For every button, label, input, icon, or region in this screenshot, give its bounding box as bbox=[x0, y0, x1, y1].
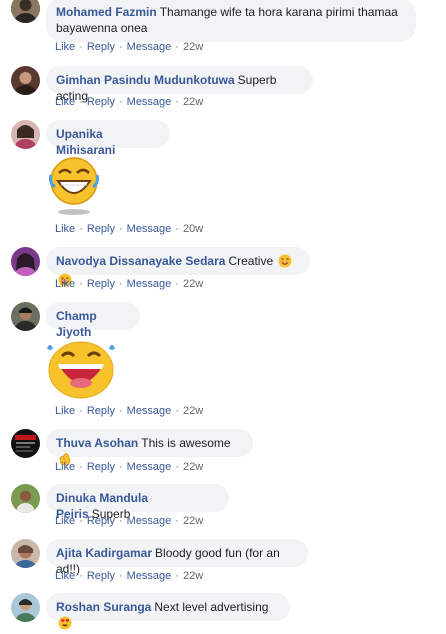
comment-actions: Like · Reply · Message · 22w bbox=[55, 405, 204, 417]
reply-link[interactable]: Reply bbox=[87, 41, 115, 53]
reply-link[interactable]: Reply bbox=[87, 278, 115, 290]
comments-panel: { "comments": [ {"name":"Mohamed Fazmin"… bbox=[0, 0, 446, 630]
comment-bubble: Thuva Asohan This is awesome bbox=[46, 429, 253, 466]
comment-text: Next level advertising bbox=[154, 600, 269, 614]
commenter-name[interactable]: Thuva Asohan bbox=[56, 436, 138, 450]
comment-actions: Like · Reply · Message · 22w bbox=[55, 461, 204, 473]
message-link[interactable]: Message bbox=[127, 96, 172, 108]
comment-bubble: Upanika Mihisarani bbox=[46, 120, 170, 157]
timestamp[interactable]: 22w bbox=[183, 515, 203, 527]
reply-link[interactable]: Reply bbox=[87, 461, 115, 473]
comment-bubble: Dinuka Mandula Peiris Superb bbox=[46, 484, 229, 521]
comment-bubble: Gimhan Pasindu Mudunkotuwa Superb acting bbox=[46, 66, 313, 103]
like-link[interactable]: Like bbox=[55, 461, 75, 473]
commenter-name[interactable]: Upanika Mihisarani bbox=[56, 127, 115, 157]
comment-actions: Like · Reply · Message · 22w bbox=[55, 570, 204, 582]
reply-link[interactable]: Reply bbox=[87, 96, 115, 108]
reply-link[interactable]: Reply bbox=[87, 405, 115, 417]
smiling-emoji bbox=[278, 254, 292, 272]
avatar[interactable] bbox=[11, 429, 40, 458]
avatar[interactable] bbox=[11, 484, 40, 513]
commenter-name[interactable]: Ajita Kadirgamar bbox=[56, 546, 152, 560]
message-link[interactable]: Message bbox=[127, 41, 172, 53]
comment-actions: Like · Reply · Message · 22w bbox=[55, 41, 204, 53]
commenter-name[interactable]: Champ Jiyoth bbox=[56, 309, 97, 339]
like-link[interactable]: Like bbox=[55, 570, 75, 582]
avatar[interactable] bbox=[11, 0, 40, 23]
timestamp[interactable]: 22w bbox=[183, 41, 203, 53]
reply-link[interactable]: Reply bbox=[87, 223, 115, 235]
message-link[interactable]: Message bbox=[127, 278, 172, 290]
avatar[interactable] bbox=[11, 593, 40, 622]
avatar[interactable] bbox=[11, 247, 40, 276]
message-link[interactable]: Message bbox=[127, 515, 172, 527]
comment-actions: Like · Reply · Message · 22w bbox=[55, 515, 204, 527]
like-link[interactable]: Like bbox=[55, 278, 75, 290]
commenter-name[interactable]: Gimhan Pasindu Mudunkotuwa bbox=[56, 73, 235, 87]
timestamp[interactable]: 22w bbox=[183, 461, 203, 473]
like-link[interactable]: Like bbox=[55, 96, 75, 108]
comment-bubble: Mohamed Fazmin Thamange wife ta hora kara… bbox=[46, 0, 416, 42]
avatar[interactable] bbox=[11, 120, 40, 149]
message-link[interactable]: Message bbox=[127, 570, 172, 582]
like-link[interactable]: Like bbox=[55, 405, 75, 417]
like-link[interactable]: Like bbox=[55, 41, 75, 53]
message-link[interactable]: Message bbox=[127, 461, 172, 473]
comment-bubble: Champ Jiyoth bbox=[46, 302, 140, 339]
commenter-name[interactable]: Navodya Dissanayake Sedara bbox=[56, 254, 225, 268]
comment-text: Creative bbox=[228, 254, 274, 268]
comment-actions: Like · Reply · Message · 22w bbox=[55, 278, 204, 290]
comment-text: This is awesome bbox=[141, 436, 231, 450]
reply-link[interactable]: Reply bbox=[87, 570, 115, 582]
comment-bubble: Roshan Suranga Next level advertising bbox=[46, 593, 290, 630]
timestamp[interactable]: 22w bbox=[183, 405, 203, 417]
comment-bubble: Ajita Kadirgamar Bloody good fun (for an … bbox=[46, 539, 308, 576]
timestamp[interactable]: 22w bbox=[183, 96, 203, 108]
avatar[interactable] bbox=[11, 302, 40, 331]
comment-actions: Like · Reply · Message · 22w bbox=[55, 96, 204, 108]
like-link[interactable]: Like bbox=[55, 515, 75, 527]
timestamp[interactable]: 22w bbox=[183, 570, 203, 582]
comment-bubble: Navodya Dissanayake Sedara Creative bbox=[46, 247, 310, 287]
commenter-name[interactable]: Roshan Suranga bbox=[56, 600, 151, 614]
timestamp[interactable]: 20w bbox=[183, 223, 203, 235]
commenter-name[interactable]: Mohamed Fazmin bbox=[56, 5, 157, 19]
comment-actions: Like · Reply · Message · 20w bbox=[55, 223, 204, 235]
timestamp[interactable]: 22w bbox=[183, 278, 203, 290]
heart-eyes-emoji bbox=[58, 616, 72, 634]
like-link[interactable]: Like bbox=[55, 223, 75, 235]
message-link[interactable]: Message bbox=[127, 223, 172, 235]
message-link[interactable]: Message bbox=[127, 405, 172, 417]
avatar[interactable] bbox=[11, 539, 40, 568]
avatar[interactable] bbox=[11, 66, 40, 95]
laughing-sticker bbox=[49, 155, 99, 222]
reply-link[interactable]: Reply bbox=[87, 515, 115, 527]
laughing-tears-sticker bbox=[44, 338, 118, 405]
